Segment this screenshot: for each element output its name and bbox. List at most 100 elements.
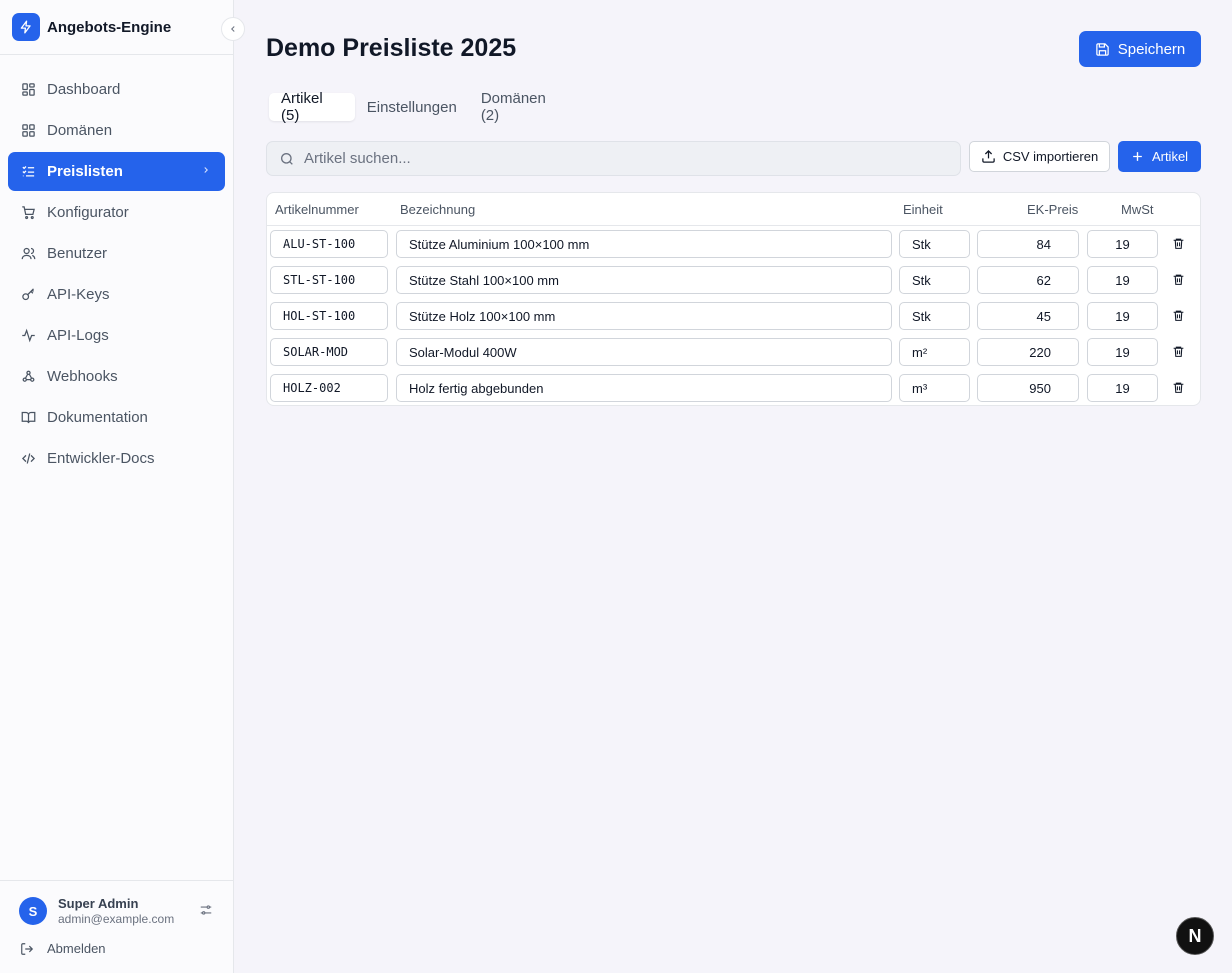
- sidebar-item-benutzer[interactable]: Benutzer: [8, 234, 225, 273]
- header-mwst: MwSt: [1121, 202, 1154, 217]
- table-row: HOL-ST-100 Stütze Holz 100×100 mm Stk 45…: [267, 298, 1200, 334]
- search-input[interactable]: [304, 150, 944, 167]
- sidebar-item-dashboard[interactable]: Dashboard: [8, 70, 225, 109]
- sku-field[interactable]: ALU-ST-100: [270, 230, 388, 258]
- unit-field[interactable]: m²: [899, 338, 970, 366]
- header-einheit: Einheit: [903, 202, 943, 217]
- book-icon: [20, 410, 36, 426]
- collapse-sidebar-button[interactable]: [221, 17, 245, 41]
- sidebar-item-entwickler-docs[interactable]: Entwickler-Docs: [8, 439, 225, 478]
- sidebar-item-label: Benutzer: [47, 245, 108, 262]
- vat-field[interactable]: 19: [1087, 338, 1158, 366]
- cart-icon: [20, 205, 36, 221]
- sidebar-item-label: Webhooks: [47, 368, 118, 385]
- name-field[interactable]: Solar-Modul 400W: [396, 338, 892, 366]
- header-artikelnummer: Artikelnummer: [275, 202, 359, 217]
- unit-field[interactable]: Stk: [899, 266, 970, 294]
- bolt-icon: [12, 13, 40, 41]
- table-row: HOLZ-002 Holz fertig abgebunden m³ 950 1…: [267, 370, 1200, 405]
- sidebar-item-webhooks[interactable]: Webhooks: [8, 357, 225, 396]
- add-article-button[interactable]: Artikel: [1118, 141, 1201, 172]
- add-article-label: Artikel: [1151, 149, 1189, 164]
- sidebar-item-api-keys[interactable]: API-Keys: [8, 275, 225, 314]
- vat-field[interactable]: 19: [1087, 302, 1158, 330]
- unit-field[interactable]: Stk: [899, 302, 970, 330]
- logout-button[interactable]: Abmelden: [20, 941, 106, 956]
- header-bezeichnung: Bezeichnung: [400, 202, 476, 217]
- sidebar: Angebots-Engine Dashboard Domänen Preisl…: [0, 0, 245, 973]
- save-button[interactable]: Speichern: [1079, 31, 1201, 67]
- csv-import-button[interactable]: CSV importieren: [969, 141, 1110, 172]
- sku-field[interactable]: STL-ST-100: [270, 266, 388, 294]
- price-field[interactable]: 45: [977, 302, 1079, 330]
- sidebar-item-preislisten[interactable]: Preislisten: [8, 152, 225, 191]
- sidebar-item-api-logs[interactable]: API-Logs: [8, 316, 225, 355]
- trash-icon[interactable]: [1172, 273, 1185, 291]
- price-field[interactable]: 220: [977, 338, 1079, 366]
- sidebar-item-domaenen[interactable]: Domänen: [8, 111, 225, 150]
- sidebar-item-label: Entwickler-Docs: [47, 450, 155, 467]
- tab-bar: Artikel (5) Einstellungen Domänen (2): [266, 90, 580, 124]
- plus-icon: [1133, 152, 1142, 161]
- price-field[interactable]: 950: [977, 374, 1079, 402]
- name-field[interactable]: Stütze Holz 100×100 mm: [396, 302, 892, 330]
- user-settings-button[interactable]: [199, 903, 213, 922]
- code-icon: [20, 451, 36, 467]
- user-info: S Super Admin admin@example.com: [19, 896, 174, 926]
- trash-icon[interactable]: [1172, 309, 1185, 327]
- page-title: Demo Preisliste 2025: [266, 34, 517, 62]
- trash-icon[interactable]: [1172, 237, 1185, 255]
- table-row: SOLAR-MOD Solar-Modul 400W m² 220 19: [267, 334, 1200, 370]
- vat-field[interactable]: 19: [1087, 230, 1158, 258]
- dev-tools-badge[interactable]: N: [1176, 917, 1214, 955]
- sidebar-item-konfigurator[interactable]: Konfigurator: [8, 193, 225, 232]
- table-row: ALU-ST-100 Stütze Aluminium 100×100 mm S…: [267, 226, 1200, 262]
- sidebar-item-dokumentation[interactable]: Dokumentation: [8, 398, 225, 437]
- sku-field[interactable]: HOL-ST-100: [270, 302, 388, 330]
- webhook-icon: [20, 369, 36, 385]
- tab-domaenen[interactable]: Domänen (2): [469, 90, 577, 124]
- name-field[interactable]: Stütze Stahl 100×100 mm: [396, 266, 892, 294]
- tab-artikel[interactable]: Artikel (5): [269, 90, 355, 124]
- dashboard-icon: [20, 82, 36, 98]
- users-icon: [20, 246, 36, 262]
- csv-import-label: CSV importieren: [1002, 149, 1099, 164]
- key-icon: [20, 287, 36, 303]
- unit-field[interactable]: m³: [899, 374, 970, 402]
- table-row: STL-ST-100 Stütze Stahl 100×100 mm Stk 6…: [267, 262, 1200, 298]
- user-name: Super Admin: [58, 896, 139, 911]
- table-header: Artikelnummer Bezeichnung Einheit EK-Pre…: [267, 193, 1200, 226]
- sliders-icon: [200, 905, 212, 915]
- articles-table: Artikelnummer Bezeichnung Einheit EK-Pre…: [266, 192, 1201, 406]
- unit-field[interactable]: Stk: [899, 230, 970, 258]
- user-panel: S Super Admin admin@example.com Abmelden: [0, 880, 233, 973]
- avatar: S: [19, 897, 47, 925]
- price-field[interactable]: 62: [977, 266, 1079, 294]
- sidebar-nav: Dashboard Domänen Preislisten Konfigurat…: [0, 55, 233, 478]
- sku-field[interactable]: SOLAR-MOD: [270, 338, 388, 366]
- brand: Angebots-Engine: [0, 0, 245, 55]
- trash-icon[interactable]: [1172, 345, 1185, 363]
- chevron-left-icon: [231, 26, 235, 32]
- vat-field[interactable]: 19: [1087, 266, 1158, 294]
- user-email: admin@example.com: [58, 912, 175, 926]
- name-field[interactable]: Stütze Aluminium 100×100 mm: [396, 230, 892, 258]
- chevron-right-icon: [204, 167, 208, 173]
- activity-icon: [20, 328, 36, 344]
- search-box: [266, 141, 961, 176]
- sidebar-item-label: Domänen: [47, 122, 113, 139]
- sidebar-item-label: Dokumentation: [47, 409, 148, 426]
- tab-einstellungen[interactable]: Einstellungen: [355, 93, 469, 121]
- save-label: Speichern: [1117, 40, 1186, 58]
- vat-field[interactable]: 19: [1087, 374, 1158, 402]
- trash-icon[interactable]: [1172, 381, 1185, 399]
- main-content: Demo Preisliste 2025 Speichern Artikel (…: [234, 0, 1232, 973]
- sku-field[interactable]: HOLZ-002: [270, 374, 388, 402]
- sidebar-item-label: Dashboard: [47, 81, 121, 98]
- search-icon: [281, 152, 293, 165]
- user-text: Super Admin admin@example.com: [58, 896, 174, 926]
- logout-icon: [21, 942, 34, 955]
- name-field[interactable]: Holz fertig abgebunden: [396, 374, 892, 402]
- sidebar-item-label: API-Keys: [47, 286, 110, 303]
- price-field[interactable]: 84: [977, 230, 1079, 258]
